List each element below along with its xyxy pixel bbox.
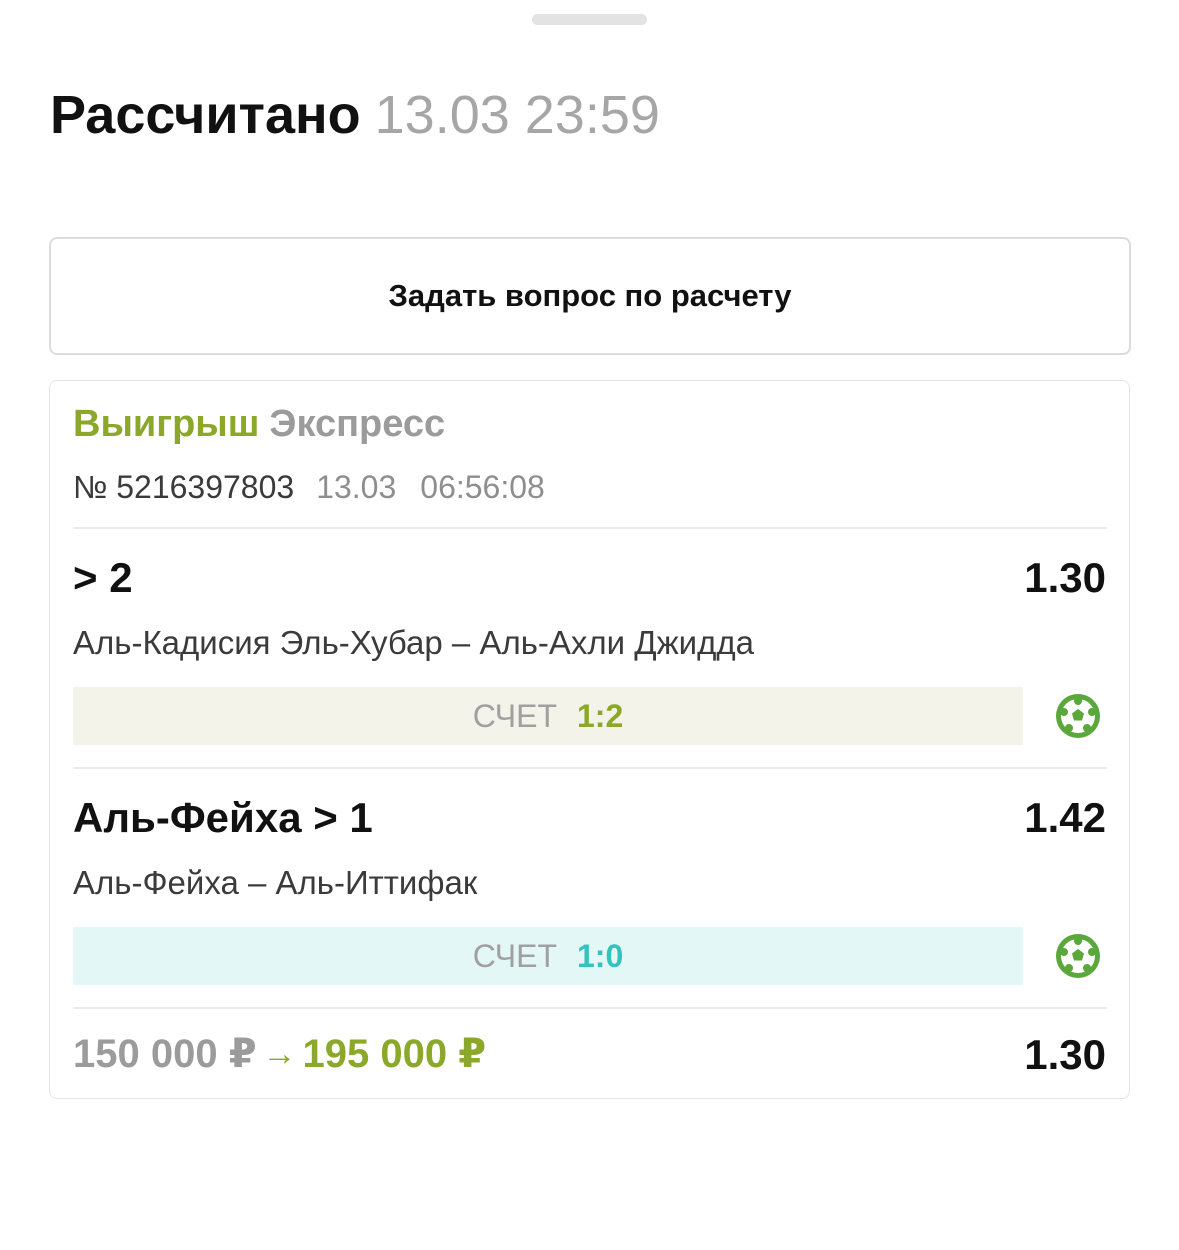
selection-pick: Аль-Фейха > 1 xyxy=(73,794,373,841)
arrow-right-icon: → xyxy=(262,1034,297,1073)
ask-question-button[interactable]: Задать вопрос по расчету xyxy=(49,237,1131,355)
selection-odds: 1.42 xyxy=(1024,794,1106,841)
selection-score-bar: СЧЕТ 1:0 xyxy=(73,927,1023,985)
stake-payout: 150 000 ₽ → 195 000 ₽ xyxy=(73,1031,486,1077)
page-title: Рассчитано 13.03 23:59 xyxy=(50,84,660,146)
soccer-ball-icon xyxy=(1056,694,1100,738)
selection-event[interactable]: Аль-Фейха – Аль-Иттифак xyxy=(73,864,477,902)
divider xyxy=(73,527,1107,529)
bet-header: Выигрыш Экспресс xyxy=(73,403,445,446)
score-label: СЧЕТ xyxy=(472,697,557,734)
bet-card: Выигрыш Экспресс № 5216397803 13.03 06:56:0… xyxy=(49,380,1130,1099)
bet-type: Экспресс xyxy=(269,403,446,445)
settlement-datetime: 13.03 23:59 xyxy=(374,85,660,145)
selection-score-bar: СЧЕТ 1:2 xyxy=(73,687,1023,745)
divider xyxy=(73,1007,1107,1009)
selection-pick: > 2 xyxy=(73,554,133,601)
settlement-status: Рассчитано xyxy=(50,85,361,145)
score-value: 1:2 xyxy=(577,697,624,734)
bet-meta: № 5216397803 13.03 06:56:08 xyxy=(73,469,545,506)
score-value: 1:0 xyxy=(577,937,624,974)
score-label: СЧЕТ xyxy=(472,937,557,974)
bet-time: 06:56:08 xyxy=(420,469,545,505)
soccer-ball-icon xyxy=(1056,934,1100,978)
selection-event[interactable]: Аль-Кадисия Эль-Хубар – Аль-Ахли Джидда xyxy=(73,624,754,662)
stake-amount: 150 000 ₽ xyxy=(73,1032,257,1076)
divider xyxy=(73,767,1107,769)
selection-odds: 1.30 xyxy=(1024,554,1106,601)
total-odds: 1.30 xyxy=(1024,1031,1106,1078)
bet-date: 13.03 xyxy=(316,469,397,505)
sheet-grabber-handle[interactable] xyxy=(532,14,647,25)
bet-number: № 5216397803 xyxy=(73,469,295,505)
bet-result: Выигрыш xyxy=(73,403,260,445)
bet-details-sheet: Рассчитано 13.03 23:59 Задать вопрос по р… xyxy=(0,0,1179,1250)
payout-amount: 195 000 ₽ xyxy=(302,1032,487,1076)
